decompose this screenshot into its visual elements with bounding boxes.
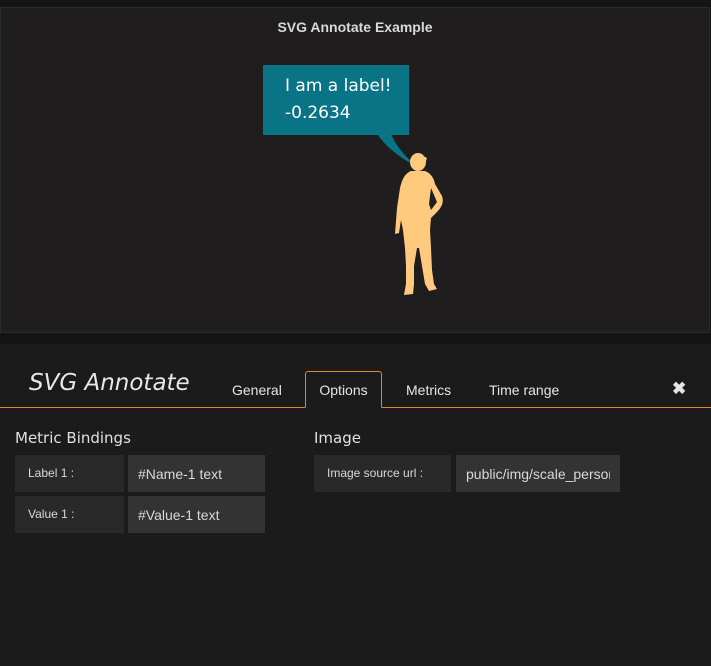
editor-title: SVG Annotate (29, 370, 190, 396)
close-icon[interactable]: ✖ (672, 379, 686, 399)
image-heading: Image (314, 429, 361, 447)
value-1-label: Value 1 : (15, 496, 124, 533)
tab-general[interactable]: General (232, 382, 282, 398)
person-figure (395, 153, 443, 295)
tab-options[interactable]: Options (305, 371, 382, 408)
metric-bindings-heading: Metric Bindings (15, 429, 131, 447)
annotation-label-box: I am a label! -0.2634 (263, 65, 409, 135)
image-source-input[interactable] (456, 455, 620, 492)
label-1-label: Label 1 : (15, 455, 124, 492)
annotation-svg (373, 127, 443, 295)
value-1-input[interactable] (128, 496, 265, 533)
image-source-label: Image source url : (314, 455, 451, 492)
annotation-label-text: I am a label! (285, 76, 392, 96)
label-1-input[interactable] (128, 455, 265, 492)
svg-panel: SVG Annotate Example I am a label! -0.26… (0, 7, 710, 333)
tab-time-range[interactable]: Time range (489, 382, 559, 398)
tab-metrics[interactable]: Metrics (406, 382, 451, 398)
annotation-value-text: -0.2634 (285, 103, 351, 123)
panel-editor: SVG Annotate General Options Metrics Tim… (0, 344, 711, 666)
page: SVG Annotate Example I am a label! -0.26… (0, 0, 711, 666)
